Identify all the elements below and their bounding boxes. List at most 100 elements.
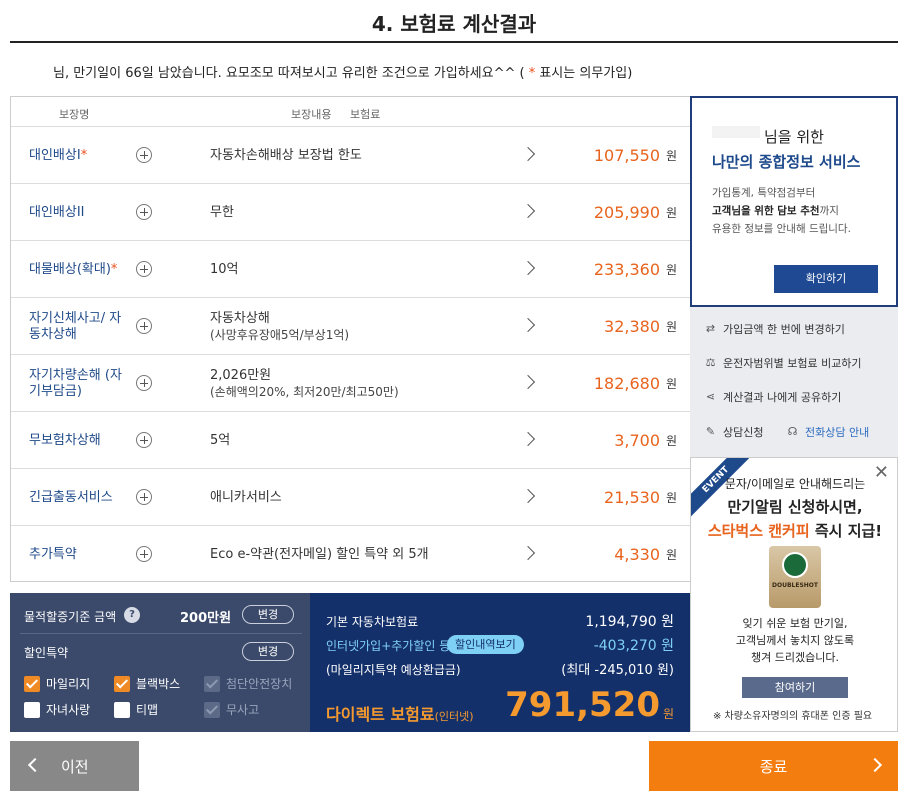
starbucks-logo-icon <box>782 552 808 578</box>
checkbox-blackbox[interactable]: 블랙박스 <box>114 675 180 692</box>
share-icon: ⋖ <box>705 390 716 403</box>
masked-customer-name <box>712 126 760 138</box>
promo-desc1: 가입통계, 특약점검부터 <box>712 187 816 199</box>
chevron-right-icon[interactable] <box>520 431 536 447</box>
coverage-detail-text: 애니카서비스 <box>210 489 282 505</box>
premium-value: 182,680 <box>593 374 660 393</box>
coverage-detail-text: 무한 <box>210 204 234 220</box>
checkbox-blackbox-label: 블랙박스 <box>136 677 181 691</box>
event-note: ※ 차량소유자명의의 휴대폰 인증 필요 <box>713 711 873 722</box>
coverage-name[interactable]: 자기차량손해 (자기부담금) <box>29 355 129 412</box>
premium-value: 3,700 <box>614 431 660 450</box>
expand-plus-icon[interactable] <box>136 204 152 220</box>
base-amount-value: 200만원 <box>180 611 232 626</box>
prev-button[interactable]: 이전 <box>10 741 139 791</box>
premium-value: 205,990 <box>593 203 660 222</box>
end-button[interactable]: 종료 <box>649 741 898 791</box>
coverage-detail-text: 자동차상해 <box>210 310 270 326</box>
change-base-amount-button[interactable]: 변경 <box>242 605 294 624</box>
coverage-name[interactable]: 무보험차상해 <box>29 412 129 469</box>
consult-link[interactable]: ✎ 상담신청 <box>704 424 764 440</box>
chevron-right-icon[interactable] <box>520 146 536 162</box>
coverage-name[interactable]: 자기신체사고/ 자동차상해 <box>29 298 129 355</box>
base-amount-label: 물적할증기준 금액 <box>24 610 117 624</box>
event-msg3: 챙겨 드리겠습니다. <box>751 651 839 664</box>
coverage-name-text: 대인배상II <box>29 204 85 220</box>
headset-icon: ☊ <box>787 425 798 438</box>
discount-label: 인터넷가입+추가할인 등 <box>326 639 451 653</box>
required-star: * <box>80 147 88 163</box>
share-link[interactable]: ⋖ 계산결과 나에게 공유하기 <box>704 389 841 405</box>
discount-divider <box>20 633 302 634</box>
promo-line1: 님을 위한 <box>764 128 824 146</box>
expand-plus-icon[interactable] <box>136 147 152 163</box>
table-row: 대인배상II 무한 205,990 원 <box>11 184 690 241</box>
change-special-button[interactable]: 변경 <box>242 642 294 661</box>
can-label: DOUBLESHOT <box>772 582 818 589</box>
expand-plus-icon[interactable] <box>136 546 152 562</box>
expand-plus-icon[interactable] <box>136 261 152 277</box>
coverage-name-text: 무보험차상해 <box>29 432 101 448</box>
coverage-name-text: 대물배상(확대) <box>29 261 111 277</box>
promo-confirm-button[interactable]: 확인하기 <box>774 265 878 293</box>
coverage-detail-sub: (사망후유장애5억/부상1억) <box>210 327 350 342</box>
coverage-detail-sub: (손해액의20%, 최저20만/최고50만) <box>210 384 399 399</box>
notice-text: 님, 만기일이 66일 남았습니다. 요모조모 따져보시고 유리한 조건으로 가… <box>53 66 529 81</box>
discount-value: -403,270 원 <box>593 638 674 654</box>
event-join-button[interactable]: 참여하기 <box>742 677 848 698</box>
coverage-name[interactable]: 긴급출동서비스 <box>29 469 129 526</box>
checkbox-blackbox-box[interactable] <box>114 675 130 692</box>
discount-detail-button[interactable]: 할인내역보기 <box>447 635 524 654</box>
direct-premium-currency: 원 <box>662 707 674 721</box>
shuffle-icon: ⇄ <box>705 322 716 335</box>
chevron-right-icon[interactable] <box>520 317 536 333</box>
change-amount-link[interactable]: ⇄ 가입금액 한 번에 변경하기 <box>704 321 845 337</box>
chevron-right-icon[interactable] <box>520 374 536 390</box>
promo-line2: 나만의 종합정보 서비스 <box>712 153 861 171</box>
notice-text-end: 표시는 의무가입) <box>535 66 633 81</box>
table-row: 추가특약 Eco e-약관(전자메일) 할인 특약 외 5개 4,330 원 <box>11 526 690 583</box>
expand-plus-icon[interactable] <box>136 489 152 505</box>
table-row: 자기차량손해 (자기부담금) 2,026만원 (손해액의20%, 최저20만/최고5… <box>11 355 690 412</box>
checkbox-mileage-label: 마일리지 <box>46 677 91 691</box>
checkbox-mileage-box[interactable] <box>24 675 40 692</box>
chevron-right-icon[interactable] <box>520 260 536 276</box>
promo-desc3: 유용한 정보를 안내해 드립니다. <box>712 223 851 235</box>
checkbox-child-box[interactable] <box>24 701 40 718</box>
table-header: 보장명 보장내용 보험료 <box>11 97 690 127</box>
edit-icon: ✎ <box>705 425 716 438</box>
expand-plus-icon[interactable] <box>136 375 152 391</box>
event-line3: 스타벅스 캔커피 즉시 지급! <box>691 520 897 541</box>
help-icon[interactable]: ? <box>124 607 140 623</box>
checkbox-tmap-box[interactable] <box>114 701 130 718</box>
coverage-name[interactable]: 추가특약 <box>29 526 129 583</box>
checkbox-child[interactable]: 자녀사랑 <box>24 701 90 718</box>
chevron-right-icon[interactable] <box>520 203 536 219</box>
direct-premium-sub: (인터넷) <box>434 710 474 723</box>
consult-label: 상담신청 <box>723 426 764 439</box>
checkbox-mileage[interactable]: 마일리지 <box>24 675 90 692</box>
coverage-name[interactable]: 대인배상I* <box>29 127 129 184</box>
chevron-right-icon[interactable] <box>520 545 536 561</box>
compare-link[interactable]: ⚖ 운전자범위별 보험료 비교하기 <box>704 355 862 371</box>
info-service-promo: 님을 위한 나만의 종합정보 서비스 가입통계, 특약점검부터 고객님을 위한 … <box>690 96 898 307</box>
required-star: * <box>110 261 118 277</box>
premium-value: 4,330 <box>614 545 660 564</box>
expand-plus-icon[interactable] <box>136 318 152 334</box>
phone-consult-link[interactable]: ☊ 전화상담 안내 <box>786 424 870 440</box>
premium-currency: 원 <box>665 377 677 391</box>
phone-consult-label: 전화상담 안내 <box>805 426 870 439</box>
coverage-name[interactable]: 대물배상(확대)* <box>29 241 129 298</box>
premium-currency: 원 <box>665 149 677 163</box>
chevron-right-icon[interactable] <box>520 488 536 504</box>
checkbox-tmap[interactable]: 티맵 <box>114 701 158 718</box>
total-premium-panel: 기본 자동차보험료 1,194,790 원 인터넷가입+추가할인 등 할인내역보… <box>310 593 690 732</box>
premium-currency: 원 <box>665 263 677 277</box>
expand-plus-icon[interactable] <box>136 432 152 448</box>
checkbox-safety-device: 첨단안전장치 <box>204 675 292 692</box>
coverage-name[interactable]: 대인배상II <box>29 184 129 241</box>
coverage-detail-text: 5억 <box>210 432 231 448</box>
coverage-table: 보장명 보장내용 보험료 대인배상I* 자동차손해배상 보장법 한도 107,550… <box>10 96 690 582</box>
coverage-name-text: 추가특약 <box>29 546 77 562</box>
coverage-detail: 무한 <box>210 184 234 241</box>
